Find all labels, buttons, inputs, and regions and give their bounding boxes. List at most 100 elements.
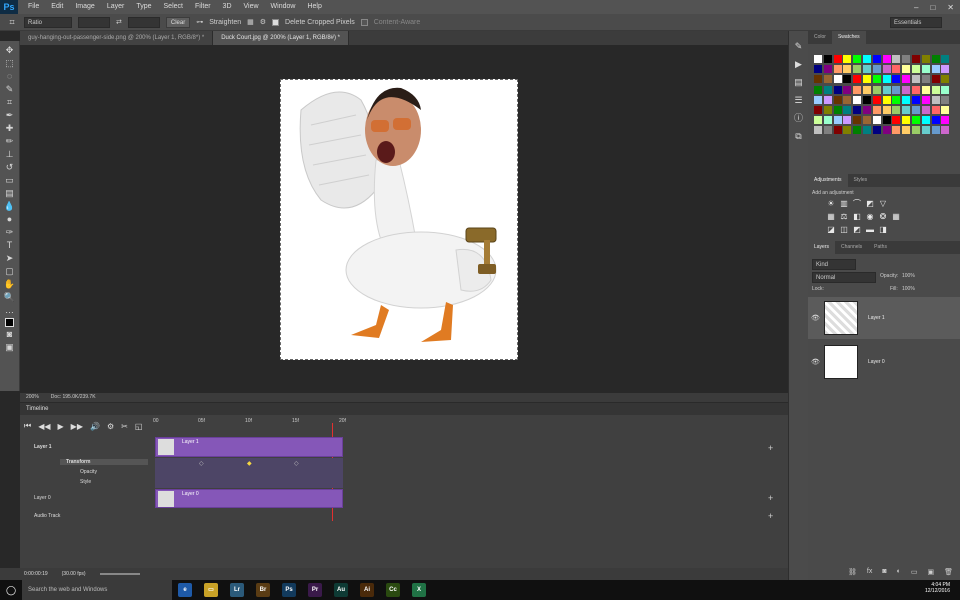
- swatch[interactable]: [902, 116, 911, 125]
- swatch[interactable]: [941, 75, 950, 84]
- selective-color-icon[interactable]: ◨: [878, 225, 888, 234]
- transition-icon[interactable]: ◱: [135, 422, 143, 431]
- track-transform[interactable]: Transform: [60, 459, 148, 465]
- taskbar-app-7[interactable]: Cc: [386, 583, 400, 597]
- swatch[interactable]: [931, 85, 940, 94]
- mask-icon[interactable]: ◙: [882, 568, 886, 576]
- layer-item[interactable]: 👁 Layer 1: [808, 297, 960, 339]
- swatch[interactable]: [863, 55, 871, 63]
- pen-icon[interactable]: ✑: [4, 227, 16, 238]
- swatch[interactable]: [902, 106, 911, 114]
- swatch[interactable]: [872, 85, 881, 94]
- swatch[interactable]: [931, 126, 940, 135]
- info-icon[interactable]: ⓘ: [793, 113, 805, 124]
- menu-edit[interactable]: Edit: [45, 0, 69, 14]
- swatch[interactable]: [814, 55, 822, 63]
- clip-layer0[interactable]: Layer 0: [155, 489, 343, 508]
- vibrance-icon[interactable]: ▽: [878, 199, 888, 208]
- swatch[interactable]: [882, 55, 891, 63]
- dodge-icon[interactable]: ●: [4, 214, 16, 225]
- menu-file[interactable]: File: [22, 0, 45, 14]
- delete-cropped-checkbox[interactable]: [272, 18, 280, 26]
- hand-icon[interactable]: ✋: [4, 279, 16, 290]
- track-layer1[interactable]: Layer 1: [20, 444, 150, 450]
- swatch[interactable]: [843, 106, 852, 114]
- swatch[interactable]: [853, 85, 862, 94]
- swatch[interactable]: [921, 116, 930, 125]
- swatch[interactable]: [833, 126, 842, 135]
- swatch[interactable]: [833, 55, 842, 63]
- prev-frame-icon[interactable]: ◀◀: [38, 422, 50, 431]
- swatch[interactable]: [863, 65, 871, 74]
- menu-type[interactable]: Type: [130, 0, 157, 14]
- swatch[interactable]: [814, 65, 822, 74]
- swatch[interactable]: [843, 75, 852, 84]
- swatch[interactable]: [843, 65, 852, 74]
- swatch[interactable]: [872, 75, 881, 84]
- tab-guy-hanging[interactable]: guy-hanging-out-passenger-side.png @ 200…: [20, 31, 214, 45]
- ratio-height-input[interactable]: [127, 16, 160, 28]
- kind-filter[interactable]: Kind: [812, 259, 856, 270]
- tab-adjustments[interactable]: Adjustments: [808, 174, 848, 187]
- swatch[interactable]: [843, 116, 852, 125]
- swatch[interactable]: [863, 75, 871, 84]
- swatch[interactable]: [941, 95, 950, 104]
- swatch[interactable]: [833, 95, 842, 104]
- swatch[interactable]: [863, 85, 871, 94]
- swatch[interactable]: [902, 55, 911, 63]
- swatch[interactable]: [892, 65, 901, 74]
- tab-channels[interactable]: Channels: [835, 241, 868, 254]
- menu-3d[interactable]: 3D: [217, 0, 238, 14]
- add-media-icon[interactable]: +: [768, 493, 773, 503]
- swatch[interactable]: [912, 126, 920, 135]
- swatch[interactable]: [814, 116, 822, 125]
- swatch[interactable]: [863, 106, 871, 114]
- grid-overlay-icon[interactable]: ▦: [247, 18, 254, 26]
- posterize-icon[interactable]: ◫: [839, 225, 849, 234]
- swap-icon[interactable]: ⇄: [116, 18, 122, 26]
- swatch[interactable]: [814, 75, 822, 84]
- swatch[interactable]: [941, 106, 950, 114]
- swatch[interactable]: [882, 65, 891, 74]
- taskbar-app-6[interactable]: Ai: [360, 583, 374, 597]
- zoom-level[interactable]: 200%: [26, 393, 39, 402]
- brightness-icon[interactable]: ☀: [826, 199, 836, 208]
- swatch[interactable]: [853, 126, 862, 135]
- straighten-icon[interactable]: ⊶: [196, 18, 203, 26]
- opacity-value[interactable]: 100%: [902, 273, 915, 279]
- taskbar-app-5[interactable]: Au: [334, 583, 348, 597]
- swatch[interactable]: [902, 126, 911, 135]
- workspace-select[interactable]: Essentials: [890, 16, 942, 28]
- swatch[interactable]: [902, 85, 911, 94]
- eraser-icon[interactable]: ▭: [4, 175, 16, 186]
- minimize-icon[interactable]: –: [914, 3, 918, 12]
- next-frame-icon[interactable]: ▶▶: [71, 422, 83, 431]
- clear-button[interactable]: Clear: [165, 16, 191, 28]
- document-canvas[interactable]: [280, 79, 518, 360]
- swatch[interactable]: [853, 116, 862, 125]
- shape-icon[interactable]: ▢: [4, 266, 16, 277]
- bw-icon[interactable]: ◧: [852, 212, 862, 221]
- keyframe-area[interactable]: ◇ ◆ ◇: [155, 458, 343, 488]
- screen-mode-icon[interactable]: ▣: [4, 342, 16, 353]
- swatch[interactable]: [902, 65, 911, 74]
- start-icon[interactable]: ◯: [0, 585, 22, 596]
- swatch[interactable]: [823, 116, 832, 125]
- swatch[interactable]: [823, 95, 832, 104]
- swatch[interactable]: [814, 106, 822, 114]
- swatch[interactable]: [941, 85, 950, 94]
- keyframe-icon[interactable]: ◆: [247, 460, 252, 467]
- path-select-icon[interactable]: ➤: [4, 253, 16, 264]
- swatch[interactable]: [823, 126, 832, 135]
- type-icon[interactable]: T: [4, 240, 16, 251]
- lasso-tool-icon[interactable]: ◌: [4, 71, 16, 82]
- swatch[interactable]: [823, 106, 832, 114]
- zoom-slider[interactable]: [99, 573, 140, 575]
- color-balance-icon[interactable]: ⚖: [839, 212, 849, 221]
- swatch[interactable]: [912, 85, 920, 94]
- menu-select[interactable]: Select: [158, 0, 189, 14]
- swatch[interactable]: [882, 75, 891, 84]
- brush-icon[interactable]: ✏: [4, 136, 16, 147]
- brush-settings-icon[interactable]: ✎: [793, 41, 805, 52]
- swatch[interactable]: [931, 106, 940, 114]
